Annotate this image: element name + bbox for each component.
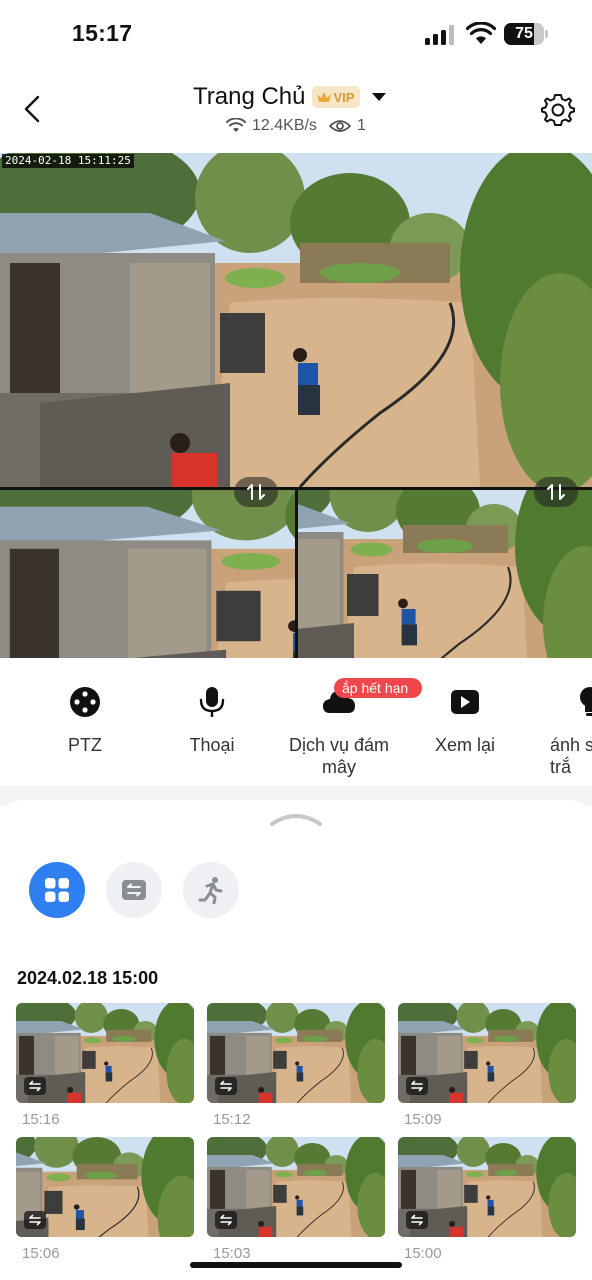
stream-speed: 12.4KB/s <box>252 117 317 134</box>
clip-thumbnail[interactable] <box>398 1137 576 1237</box>
vip-badge: VIP <box>311 86 361 108</box>
page-title: Trang Chủ <box>193 83 306 110</box>
clip-time: 15:06 <box>22 1245 60 1262</box>
swap-event-icon <box>220 1214 232 1226</box>
chevron-up-icon[interactable] <box>270 812 322 826</box>
tool-label: PTZ <box>68 735 102 755</box>
event-clip[interactable]: 15:16 <box>16 1003 194 1128</box>
cloud-service-button[interactable]: Dịch vụ đám mây <box>279 684 399 778</box>
clip-time: 15:09 <box>404 1111 442 1128</box>
sub-camera-view-left[interactable] <box>0 490 295 658</box>
back-button[interactable] <box>16 92 50 126</box>
tool-label: Dịch vụ đám mây <box>288 735 390 777</box>
ptz-icon <box>70 687 100 717</box>
event-clip[interactable]: 15:06 <box>16 1137 194 1262</box>
wifi-icon <box>466 22 496 44</box>
main-camera-view[interactable] <box>0 153 592 487</box>
battery-indicator: 75 <box>504 23 548 45</box>
caret-down-icon[interactable] <box>372 92 387 102</box>
filter-swap-button[interactable] <box>106 862 162 918</box>
eye-icon <box>328 120 351 132</box>
playback-icon <box>451 690 479 714</box>
clip-thumbnail[interactable] <box>16 1137 194 1237</box>
cloud-expire-badge: ắp hết hạn <box>334 678 423 698</box>
event-clip[interactable]: 15:03 <box>207 1137 385 1262</box>
clip-thumbnail[interactable] <box>207 1003 385 1103</box>
status-time: 15:17 <box>72 20 133 46</box>
clip-time: 15:00 <box>404 1245 442 1262</box>
ptz-button[interactable]: PTZ <box>25 684 145 756</box>
swap-view-button[interactable] <box>534 477 578 507</box>
motion-icon <box>198 877 223 904</box>
swap-arrows-icon <box>547 484 565 500</box>
event-list-sheet: 2024.02.18 15:00 15:16 15:12 15:09 15:06… <box>0 800 592 1280</box>
device-selector[interactable]: Trang Chủ VIP <box>193 82 387 112</box>
clip-thumbnail[interactable] <box>16 1003 194 1103</box>
feature-toolbar: PTZ Thoại Dịch vụ đám mây Xem lại ánh s … <box>0 658 592 786</box>
event-group-date: 2024.02.18 15:00 <box>17 968 159 988</box>
swap-event-icon <box>220 1080 232 1092</box>
clip-time: 15:03 <box>213 1245 251 1262</box>
filter-motion-button[interactable] <box>183 862 239 918</box>
swap-event-badge <box>24 1077 46 1095</box>
wifi-icon <box>226 118 246 132</box>
grid-view-icon <box>45 878 69 902</box>
event-clip[interactable]: 15:12 <box>207 1003 385 1128</box>
event-clip[interactable]: 15:09 <box>398 1003 576 1128</box>
battery-level: 75 <box>515 25 533 42</box>
swap-event-badge <box>406 1077 428 1095</box>
swap-event-badge <box>215 1211 237 1229</box>
swap-event-icon <box>411 1214 423 1226</box>
microphone-icon <box>199 687 225 717</box>
clip-thumbnail[interactable] <box>207 1137 385 1237</box>
sub-camera-view-right[interactable] <box>298 490 592 658</box>
clip-time: 15:12 <box>213 1111 251 1128</box>
light-button[interactable]: ánh s trắ <box>530 684 592 778</box>
vip-label: VIP <box>333 89 355 105</box>
cellular-signal-icon <box>425 25 454 45</box>
tool-label: Xem lại <box>434 735 496 755</box>
home-indicator[interactable] <box>190 1262 402 1268</box>
swap-event-badge <box>406 1211 428 1229</box>
swap-event-icon <box>29 1214 41 1226</box>
video-timestamp: 2024-02-18 15:11:25 <box>2 154 134 168</box>
tool-label: Thoại <box>189 735 235 755</box>
clip-time: 15:16 <box>22 1111 60 1128</box>
crown-icon <box>316 92 331 102</box>
playback-button[interactable]: Xem lại <box>405 684 525 756</box>
viewer-count: 1 <box>356 117 366 134</box>
light-bulb-icon <box>580 687 592 716</box>
swap-arrows-icon <box>247 484 265 500</box>
swap-event-icon <box>122 880 146 900</box>
swap-event-icon <box>29 1080 41 1092</box>
event-clip[interactable]: 15:00 <box>398 1137 576 1262</box>
clip-thumbnail[interactable] <box>398 1003 576 1103</box>
swap-event-badge <box>24 1211 46 1229</box>
tool-label: ánh s trắ <box>550 735 592 777</box>
swap-event-icon <box>411 1080 423 1092</box>
swap-view-button[interactable] <box>234 477 278 507</box>
swap-event-badge <box>215 1077 237 1095</box>
stream-stats: 12.4KB/s 1 <box>226 115 366 137</box>
settings-gear-icon[interactable] <box>540 91 576 127</box>
status-bar: 15:17 75 <box>0 0 592 66</box>
filter-all-button[interactable] <box>29 862 85 918</box>
talk-button[interactable]: Thoại <box>152 684 272 756</box>
